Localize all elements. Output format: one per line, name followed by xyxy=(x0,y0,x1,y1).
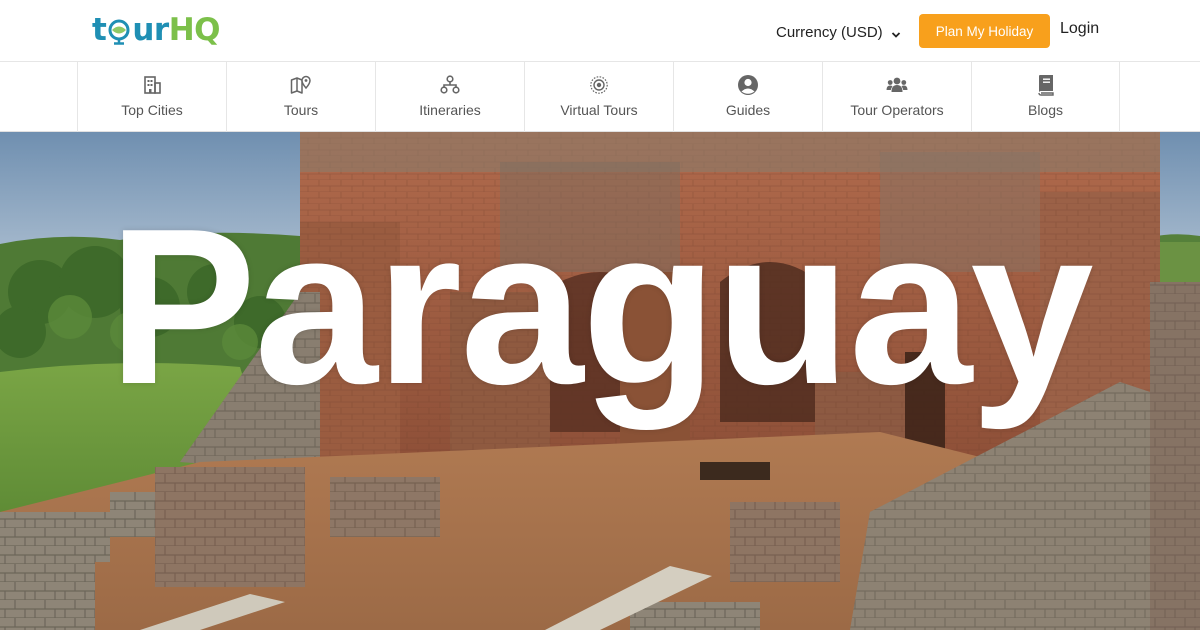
nav-label: Tour Operators xyxy=(850,102,944,118)
user-circle-icon xyxy=(737,74,759,96)
book-icon xyxy=(1035,74,1057,96)
nav-label: Tours xyxy=(283,102,319,118)
nav-tab-list: Top Cities Tours Itineraries Virtual Tou… xyxy=(77,62,1120,132)
nav-item-tours[interactable]: Tours xyxy=(226,62,375,132)
logo-text-ur: ur xyxy=(132,12,169,48)
nav-item-blogs[interactable]: Blogs xyxy=(971,62,1120,132)
main-nav: Top Cities Tours Itineraries Virtual Tou… xyxy=(0,62,1200,132)
nav-label: Blogs xyxy=(1027,102,1064,118)
nav-label: Guides xyxy=(725,102,771,118)
hero-banner: Paraguay xyxy=(0,132,1200,630)
building-icon xyxy=(141,74,163,96)
nav-label: Top Cities xyxy=(121,102,183,118)
hero-title: Paraguay xyxy=(108,183,1094,431)
users-icon xyxy=(886,74,908,96)
chevron-down-icon xyxy=(891,27,901,38)
nav-item-guides[interactable]: Guides xyxy=(673,62,822,132)
nav-label: Virtual Tours xyxy=(560,102,638,118)
virtual-tour-icon xyxy=(588,74,610,96)
tourhq-logo[interactable]: t ur HQ xyxy=(92,10,221,50)
nav-item-virtual-tours[interactable]: Virtual Tours xyxy=(524,62,673,132)
sitemap-icon xyxy=(439,74,461,96)
top-header: t ur HQ Currency (USD) Plan My Holiday L… xyxy=(0,0,1200,62)
logo-text-hq: HQ xyxy=(168,12,221,48)
currency-selector[interactable]: Currency (USD) xyxy=(776,20,901,44)
nav-item-top-cities[interactable]: Top Cities xyxy=(77,62,226,132)
login-link[interactable]: Login xyxy=(1060,20,1099,38)
globe-icon xyxy=(107,17,131,45)
nav-item-itineraries[interactable]: Itineraries xyxy=(375,62,524,132)
nav-label: Itineraries xyxy=(419,102,481,118)
currency-label: Currency (USD) xyxy=(776,23,883,41)
plan-my-holiday-button[interactable]: Plan My Holiday xyxy=(919,14,1050,48)
nav-item-tour-operators[interactable]: Tour Operators xyxy=(822,62,971,132)
map-pin-icon xyxy=(290,74,312,96)
logo-text-t: t xyxy=(92,12,107,48)
